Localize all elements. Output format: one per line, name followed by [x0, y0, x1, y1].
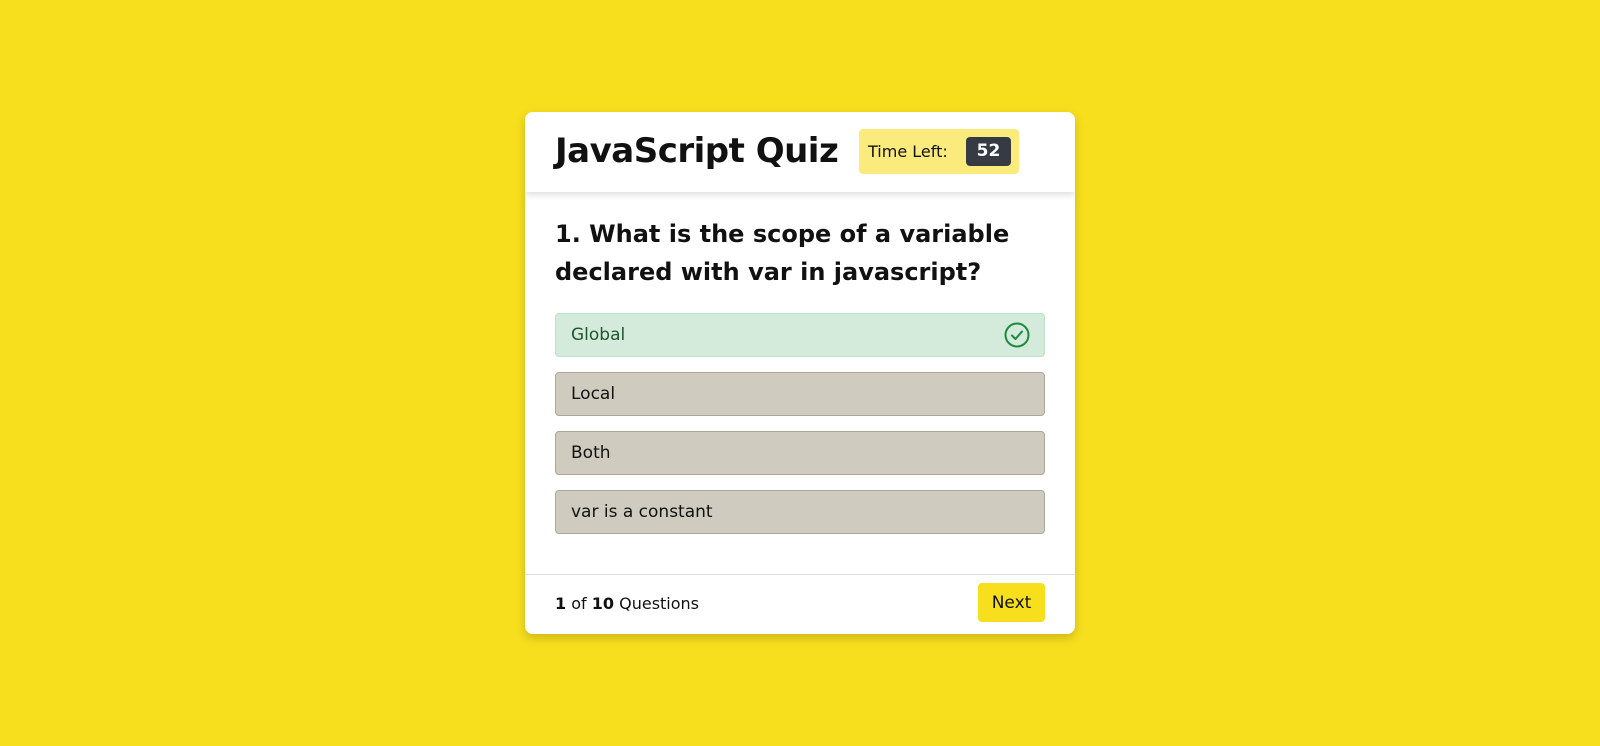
timer: Time Left: 52	[859, 129, 1019, 174]
next-button[interactable]: Next	[978, 583, 1045, 622]
question-counter: 1 of 10 Questions	[555, 594, 699, 613]
quiz-title: JavaScript Quiz	[555, 131, 839, 171]
option-label: Local	[571, 384, 616, 404]
counter-suffix: Questions	[619, 594, 700, 613]
option-var-is-a-constant[interactable]: var is a constant	[555, 490, 1045, 534]
option-local[interactable]: Local	[555, 372, 1045, 416]
check-circle-icon	[1004, 322, 1030, 348]
current-question-number: 1	[555, 594, 567, 613]
total-questions-number: 10	[591, 594, 615, 613]
quiz-card: JavaScript Quiz Time Left: 52 1. What is…	[525, 112, 1075, 634]
option-global[interactable]: Global	[555, 313, 1045, 357]
counter-of: of	[571, 594, 587, 613]
timer-value: 52	[966, 137, 1011, 166]
quiz-header: JavaScript Quiz Time Left: 52	[525, 112, 1075, 192]
option-both[interactable]: Both	[555, 431, 1045, 475]
option-label: Both	[571, 443, 611, 463]
quiz-footer: 1 of 10 Questions Next	[525, 574, 1075, 634]
option-label: Global	[571, 325, 626, 345]
option-label: var is a constant	[571, 502, 713, 522]
timer-label: Time Left:	[868, 142, 948, 161]
question-text: 1. What is the scope of a variable decla…	[555, 220, 1010, 286]
